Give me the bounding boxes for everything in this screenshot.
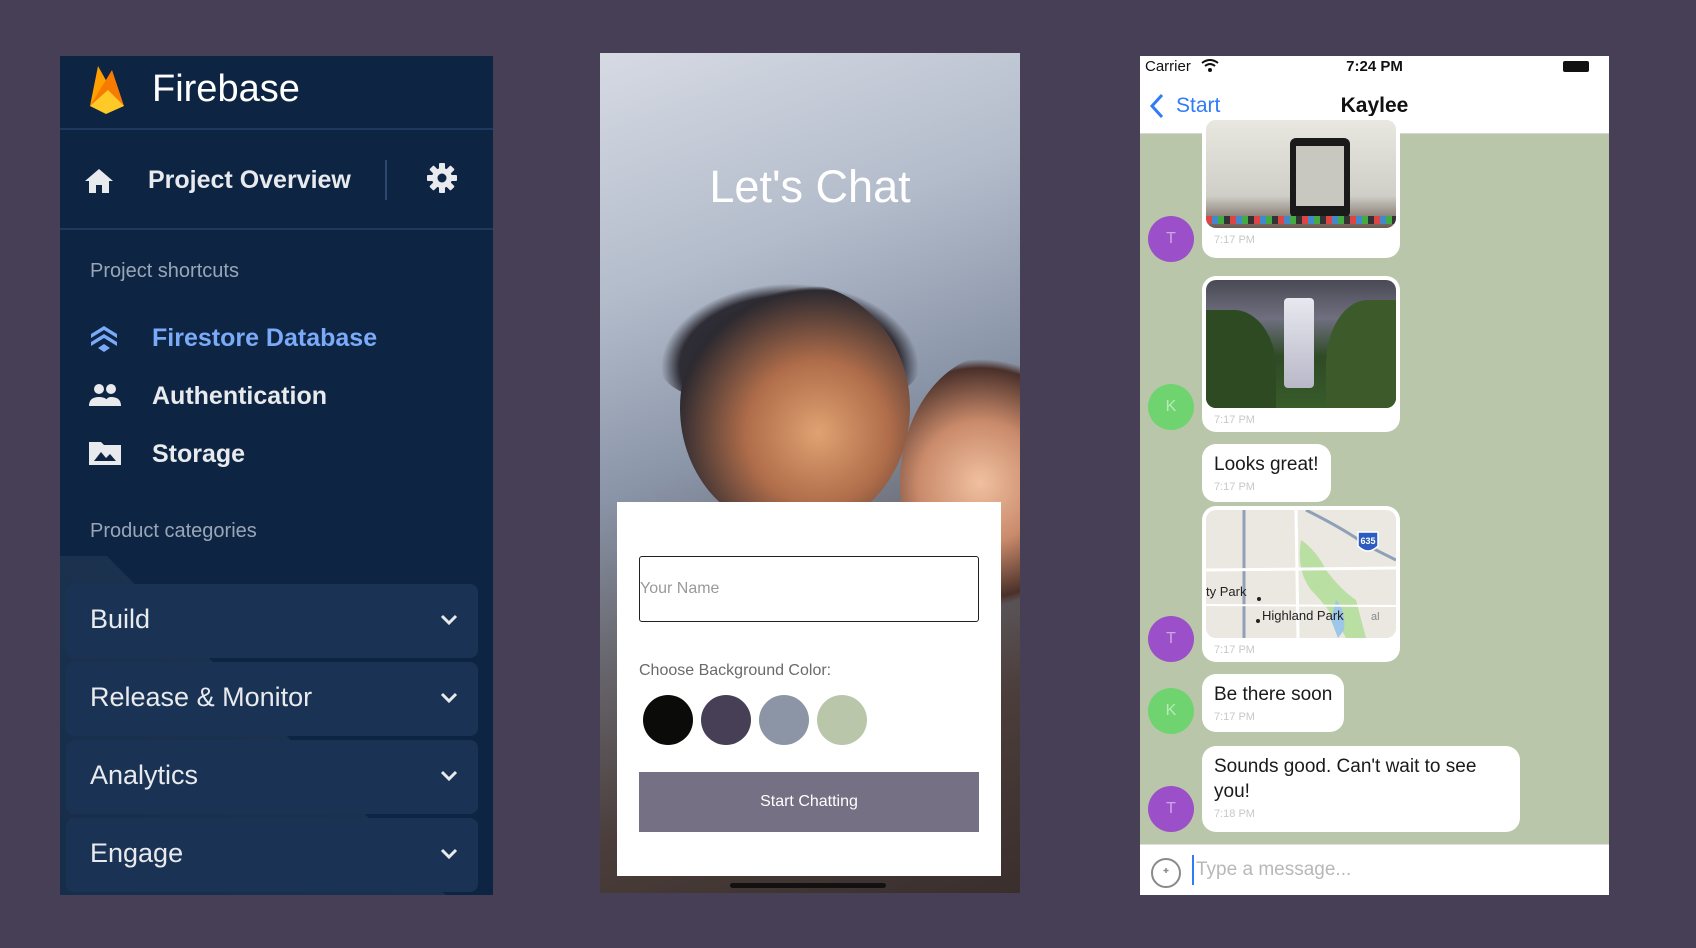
- image-message[interactable]: 7:17 PM: [1202, 116, 1400, 258]
- map-drawing: 635 ty Park Highland Park al: [1206, 510, 1396, 638]
- firebase-logo-icon: [90, 66, 124, 114]
- status-time: 7:24 PM: [1346, 58, 1403, 75]
- add-action-icon[interactable]: [1150, 857, 1182, 889]
- app-title: Firebase: [152, 68, 300, 110]
- shortcut-label[interactable]: Authentication: [152, 382, 327, 411]
- category-build[interactable]: Build: [66, 584, 478, 658]
- map-label: Highland Park: [1262, 608, 1344, 623]
- category-label[interactable]: Engage: [90, 838, 183, 869]
- text-message[interactable]: Sounds good. Can't wait to see you! 7:18…: [1202, 746, 1520, 832]
- avatar: K: [1148, 688, 1194, 734]
- message-text: Be there soon: [1214, 684, 1333, 705]
- category-label[interactable]: Analytics: [90, 760, 198, 791]
- color-swatch-gray-blue[interactable]: [759, 695, 809, 745]
- chevron-down-icon[interactable]: [440, 770, 458, 782]
- shortcut-label[interactable]: Firestore Database: [152, 324, 377, 353]
- home-indicator: [730, 883, 886, 888]
- chat-screen: Carrier 7:24 PM Start Kaylee T 7:17 PM K: [1140, 56, 1609, 895]
- project-overview-label[interactable]: Project Overview: [148, 166, 351, 195]
- color-swatch-purple[interactable]: [701, 695, 751, 745]
- shortcut-storage[interactable]: Storage: [88, 436, 468, 476]
- color-swatch-black[interactable]: [643, 695, 693, 745]
- divider: [385, 160, 387, 200]
- product-categories-heading: Product categories: [90, 520, 257, 542]
- avatar: T: [1148, 786, 1194, 832]
- category-label[interactable]: Build: [90, 604, 150, 635]
- shortcut-authentication[interactable]: Authentication: [88, 378, 468, 418]
- home-icon[interactable]: [84, 168, 114, 194]
- contact-name: Kaylee: [1340, 94, 1409, 117]
- shortcut-firestore-database[interactable]: Firestore Database: [88, 320, 468, 360]
- message-text: Sounds good. Can't wait to see you!: [1214, 756, 1477, 802]
- category-engage[interactable]: Engage: [66, 818, 478, 892]
- firestore-icon: [91, 326, 117, 352]
- message-time: 7:18 PM: [1214, 808, 1255, 820]
- map-label: ty Park: [1206, 584, 1247, 599]
- color-swatch-green[interactable]: [817, 695, 867, 745]
- chevron-down-icon[interactable]: [440, 692, 458, 704]
- text-message[interactable]: Be there soon 7:17 PM: [1202, 674, 1345, 732]
- people-icon: [89, 384, 121, 406]
- message-time: 7:17 PM: [1214, 234, 1255, 246]
- laptop-photo[interactable]: [1206, 120, 1396, 228]
- avatar: T: [1148, 216, 1194, 262]
- choose-color-label: Choose Background Color:: [639, 662, 832, 679]
- message-time: 7:17 PM: [1214, 644, 1255, 656]
- message-time: 7:17 PM: [1214, 481, 1255, 493]
- start-screen: Let's Chat Choose Background Color: Star…: [600, 53, 1020, 893]
- message-text: Looks great!: [1214, 454, 1319, 475]
- gear-icon[interactable]: [426, 162, 458, 194]
- message-input[interactable]: [1192, 855, 1592, 885]
- message-time: 7:17 PM: [1214, 711, 1255, 723]
- app-title: Let's Chat: [709, 161, 911, 212]
- waterfall-photo[interactable]: [1206, 280, 1396, 408]
- map-label: al: [1371, 611, 1380, 623]
- text-message[interactable]: Looks great! 7:17 PM: [1202, 444, 1331, 502]
- category-label[interactable]: Release & Monitor: [90, 682, 312, 713]
- start-form-card: Choose Background Color: Start Chatting: [617, 502, 1001, 876]
- sidebar-header: Firebase: [60, 56, 493, 130]
- background-photo-person-left: [680, 283, 910, 533]
- folder-image-icon: [89, 442, 121, 465]
- start-chatting-button[interactable]: Start Chatting: [639, 772, 979, 832]
- avatar: T: [1148, 616, 1194, 662]
- map-view[interactable]: 635 ty Park Highland Park al: [1206, 510, 1396, 638]
- category-release-monitor[interactable]: Release & Monitor: [66, 662, 478, 736]
- chevron-down-icon[interactable]: [440, 614, 458, 626]
- avatar: K: [1148, 384, 1194, 430]
- name-input[interactable]: [639, 556, 979, 622]
- project-overview-row[interactable]: Project Overview: [60, 132, 493, 230]
- project-shortcuts-heading: Project shortcuts: [90, 260, 239, 282]
- highway-label: 635: [1360, 536, 1375, 546]
- battery-icon: [1563, 61, 1589, 72]
- firebase-sidebar: Firebase Project Overview Project shortc…: [60, 56, 493, 895]
- chevron-down-icon[interactable]: [440, 848, 458, 860]
- location-message[interactable]: 635 ty Park Highland Park al 7:17 PM: [1202, 506, 1400, 662]
- category-analytics[interactable]: Analytics: [66, 740, 478, 814]
- message-composer: [1140, 844, 1609, 895]
- shortcut-label[interactable]: Storage: [152, 440, 245, 469]
- message-time: 7:17 PM: [1214, 414, 1255, 426]
- image-message[interactable]: 7:17 PM: [1202, 276, 1400, 432]
